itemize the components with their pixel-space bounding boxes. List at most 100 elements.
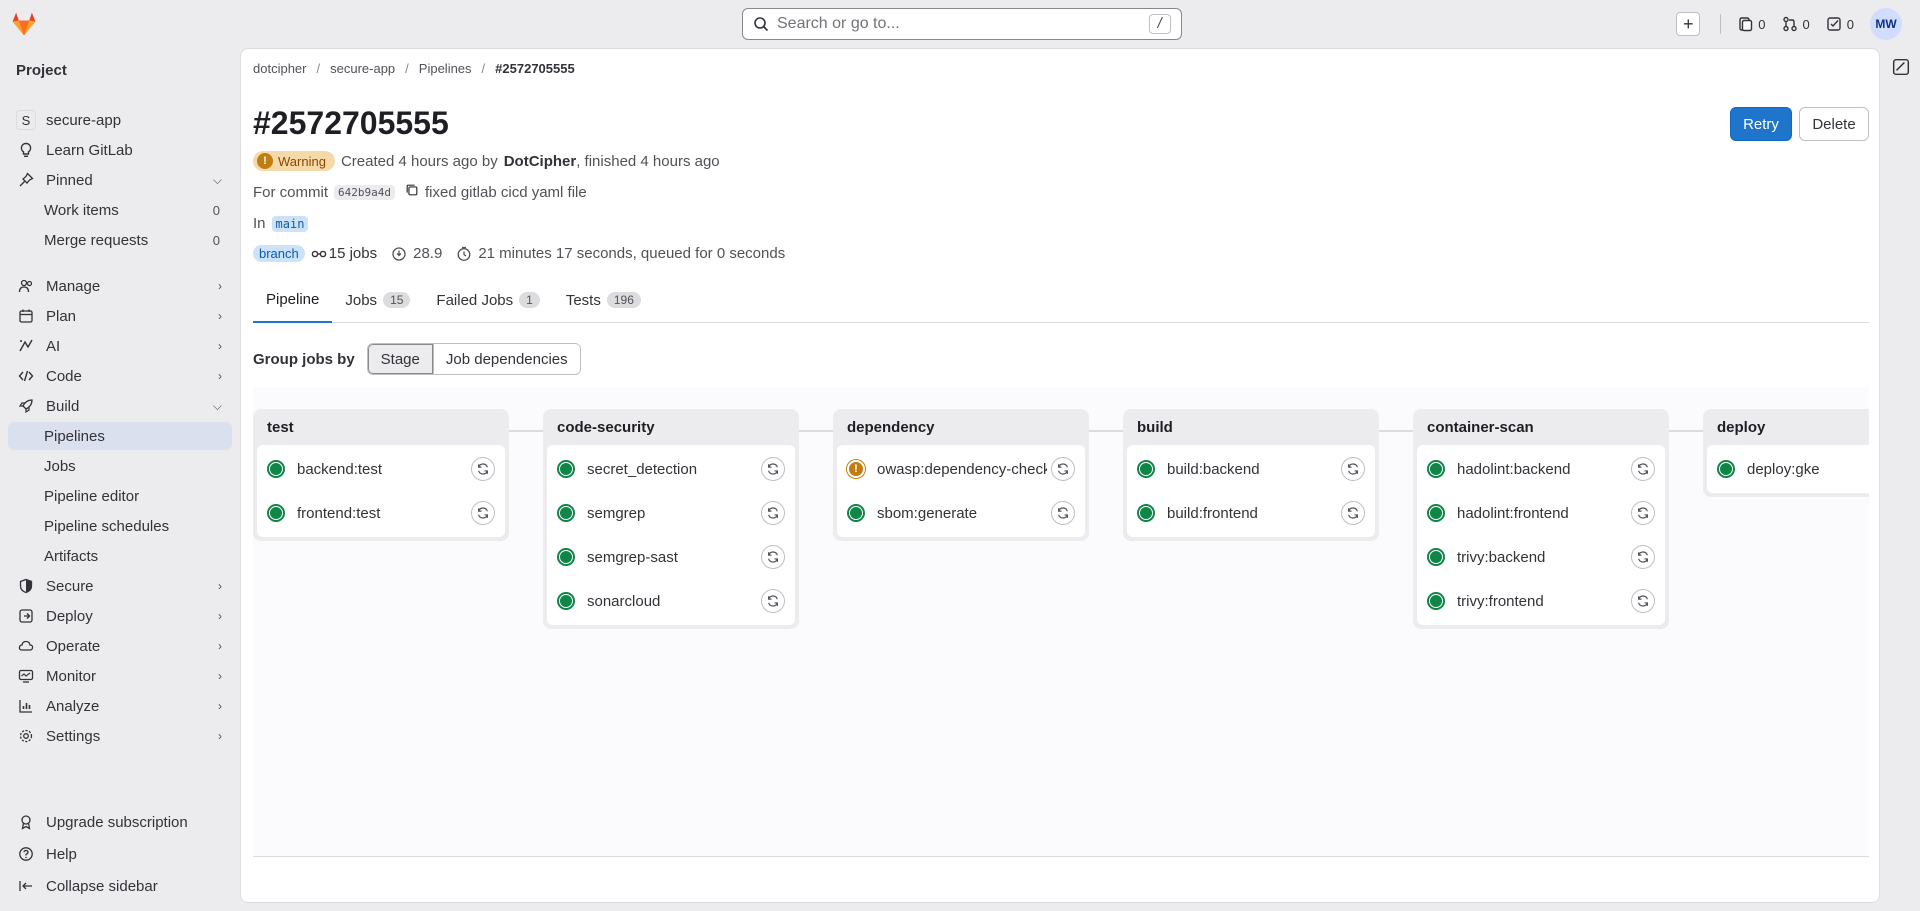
job-item[interactable]: semgrep (547, 491, 795, 535)
job-item[interactable]: hadolint:frontend (1417, 491, 1665, 535)
tab-pipeline[interactable]: Pipeline (253, 277, 333, 323)
breadcrumb-item[interactable]: dotcipher (253, 61, 306, 76)
job-item[interactable]: build:backend (1127, 447, 1375, 491)
status-success-icon (1427, 504, 1445, 522)
jobs-count: 15 jobs (328, 245, 378, 262)
group-by-dependencies-button[interactable]: Job dependencies (432, 344, 580, 374)
stage-title: container-scan (1427, 418, 1534, 436)
job-retry-icon[interactable] (1631, 457, 1655, 481)
tab-tests[interactable]: Tests 196 (553, 277, 654, 323)
sidebar-item-pipelines[interactable]: Pipelines (8, 422, 232, 450)
issues-counter[interactable]: 0 (1737, 16, 1766, 32)
breadcrumb-item[interactable]: secure-app (330, 61, 395, 76)
job-retry-icon[interactable] (471, 501, 495, 525)
job-item[interactable]: sonarcloud (547, 579, 795, 623)
sidebar-item-merge-requests[interactable]: Merge requests 0 (8, 226, 232, 254)
sidebar-item-learn-gitlab[interactable]: Learn GitLab (8, 136, 232, 164)
sidebar-item-plan[interactable]: Plan › (8, 302, 232, 330)
job-retry-icon[interactable] (761, 501, 785, 525)
settings-icon (16, 728, 36, 744)
sidebar-item-ai[interactable]: AI › (8, 332, 232, 360)
sidebar-item-analyze[interactable]: Analyze › (8, 692, 232, 720)
todos-counter[interactable]: 0 (1826, 16, 1854, 32)
job-item[interactable]: secret_detection (547, 447, 795, 491)
stage-column: build build:backend build:frontend (1123, 409, 1379, 541)
search-input[interactable]: Search or go to... / (742, 8, 1182, 40)
tab-failed-jobs[interactable]: Failed Jobs 1 (423, 277, 552, 323)
job-retry-icon[interactable] (1051, 501, 1075, 525)
sidebar-item-pipeline-schedules[interactable]: Pipeline schedules (8, 512, 232, 540)
sidebar-upgrade-subscription[interactable]: Upgrade subscription (8, 808, 232, 836)
commit-message[interactable]: fixed gitlab cicd yaml file (425, 184, 587, 201)
planning-icon (16, 308, 36, 324)
sidebar-item-pipeline-editor[interactable]: Pipeline editor (8, 482, 232, 510)
commit-sha[interactable]: 642b9a4d (334, 184, 395, 200)
job-retry-icon[interactable] (1341, 501, 1365, 525)
sidebar-item-label: Analyze (46, 697, 100, 715)
sidebar-item-artifacts[interactable]: Artifacts (8, 542, 232, 570)
sidebar-item-settings[interactable]: Settings › (8, 722, 232, 750)
sidebar-item-label: Collapse sidebar (46, 877, 158, 895)
breadcrumb-item[interactable]: Pipelines (419, 61, 472, 76)
sidebar-item-count: 0 (212, 202, 220, 218)
job-item[interactable]: deploy:gke (1707, 447, 1869, 491)
sidebar-item-code[interactable]: Code › (8, 362, 232, 390)
job-retry-icon[interactable] (1631, 589, 1655, 613)
gitlab-logo-icon[interactable] (10, 10, 38, 38)
status-success-icon (557, 504, 575, 522)
toggle-panel-icon[interactable] (1892, 58, 1910, 80)
chevron-right-icon: › (218, 669, 222, 683)
sidebar-item-jobs[interactable]: Jobs (8, 452, 232, 480)
search-icon (754, 17, 769, 32)
chevron-right-icon: › (218, 729, 222, 743)
job-item[interactable]: semgrep-sast (547, 535, 795, 579)
status-badge[interactable]: ! Warning (253, 151, 335, 171)
job-item[interactable]: trivy:backend (1417, 535, 1665, 579)
compute-icon (391, 246, 407, 262)
sidebar-item-pinned[interactable]: Pinned ⌵ (8, 166, 232, 194)
sidebar-item-work-items[interactable]: Work items 0 (8, 196, 232, 224)
tab-label: Pipeline (266, 290, 320, 308)
tab-jobs[interactable]: Jobs 15 (332, 277, 423, 323)
job-item[interactable]: ! owasp:dependency-check (837, 447, 1085, 491)
merge-requests-counter[interactable]: 0 (1782, 16, 1810, 32)
status-success-icon (267, 504, 285, 522)
copy-icon[interactable] (405, 183, 419, 201)
job-retry-icon[interactable] (761, 457, 785, 481)
job-item[interactable]: backend:test (257, 447, 505, 491)
job-item[interactable]: hadolint:backend (1417, 447, 1665, 491)
rocket-icon (16, 398, 36, 414)
retry-button[interactable]: Retry (1730, 107, 1792, 141)
sidebar-item-monitor[interactable]: Monitor › (8, 662, 232, 690)
job-item[interactable]: build:frontend (1127, 491, 1375, 535)
sidebar-item-secure[interactable]: Secure › (8, 572, 232, 600)
sidebar-help[interactable]: Help (8, 840, 232, 868)
user-avatar[interactable]: MW (1870, 8, 1902, 40)
job-item[interactable]: sbom:generate (837, 491, 1085, 535)
job-retry-icon[interactable] (1341, 457, 1365, 481)
job-item[interactable]: frontend:test (257, 491, 505, 535)
job-item[interactable]: trivy:frontend (1417, 579, 1665, 623)
author-link[interactable]: DotCipher (504, 153, 577, 170)
sidebar-item-deploy[interactable]: Deploy › (8, 602, 232, 630)
job-retry-icon[interactable] (471, 457, 495, 481)
sidebar-item-label: Secure (46, 577, 94, 595)
job-retry-icon[interactable] (1631, 545, 1655, 569)
create-new-button[interactable]: + (1676, 12, 1701, 36)
breadcrumb-current[interactable]: #2572705555 (495, 61, 575, 76)
job-retry-icon[interactable] (1631, 501, 1655, 525)
sidebar-item-label: Plan (46, 307, 77, 325)
stage-connector (799, 430, 833, 432)
sidebar-item-build[interactable]: Build ⌵ (8, 392, 232, 420)
group-by-stage-button[interactable]: Stage (367, 344, 433, 374)
ref-link[interactable]: main (271, 215, 309, 232)
job-retry-icon[interactable] (1051, 457, 1075, 481)
job-retry-icon[interactable] (761, 545, 785, 569)
sidebar-collapse[interactable]: Collapse sidebar (8, 872, 232, 900)
sidebar-item-manage[interactable]: Manage › (8, 272, 232, 300)
sidebar-item-project[interactable]: S secure-app (8, 106, 232, 134)
delete-button[interactable]: Delete (1799, 107, 1869, 141)
job-retry-icon[interactable] (761, 589, 785, 613)
job-name: secret_detection (587, 460, 698, 478)
sidebar-item-operate[interactable]: Operate › (8, 632, 232, 660)
